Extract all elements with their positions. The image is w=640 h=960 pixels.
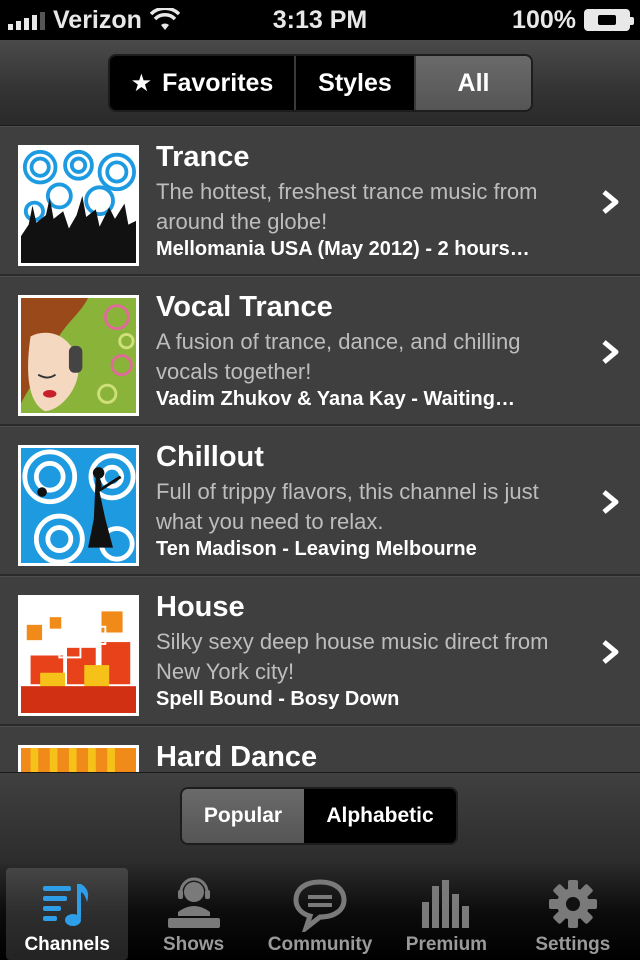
- channel-row-chillout[interactable]: Chillout Full of trippy flavors, this ch…: [0, 426, 640, 576]
- channel-title: Trance: [156, 141, 250, 173]
- channel-list[interactable]: Trance The hottest, freshest trance musi…: [0, 126, 640, 772]
- status-right: 100%: [512, 0, 634, 40]
- channel-artwork: [18, 295, 139, 416]
- tab-channels-label: Channels: [24, 934, 110, 955]
- tab-shows[interactable]: Shows: [132, 868, 254, 960]
- channel-artwork: [18, 745, 139, 772]
- tab-channels[interactable]: Channels: [6, 868, 129, 960]
- channel-title: Vocal Trance: [156, 291, 333, 323]
- channel-description: Silky sexy deep house music direct from …: [156, 629, 549, 684]
- channel-description: Full of trippy flavors, this channel is …: [156, 479, 539, 534]
- channel-row-house[interactable]: House Silky sexy deep house music direct…: [0, 576, 640, 726]
- segment-all-label: All: [457, 68, 490, 97]
- tab-premium[interactable]: Premium: [385, 868, 507, 960]
- channel-artwork: [18, 445, 139, 566]
- dj-icon: [167, 877, 220, 928]
- segment-all[interactable]: All: [416, 56, 531, 110]
- now-playing: Spell Bound - Bosy Down: [156, 688, 400, 710]
- tab-shows-label: Shows: [162, 934, 225, 955]
- filter-bar: ★ Favorites Styles All: [0, 40, 640, 126]
- chevron-right-icon: [602, 490, 619, 514]
- star-icon: ★: [130, 69, 153, 97]
- chat-bubble-icon: [293, 879, 347, 932]
- tab-settings-label: Settings: [535, 934, 611, 955]
- now-playing: Mellomania USA (May 2012) - 2 hours…: [156, 238, 530, 260]
- channel-title: House: [156, 591, 245, 623]
- channel-title: Hard Dance: [156, 741, 318, 772]
- tab-settings[interactable]: Settings: [512, 868, 634, 960]
- channel-row-vocal-trance[interactable]: Vocal Trance A fusion of trance, dance, …: [0, 276, 640, 426]
- channel-row-hard-dance[interactable]: Hard Dance: [0, 726, 640, 772]
- tab-community-label: Community: [267, 934, 373, 955]
- segment-favorites[interactable]: ★ Favorites: [110, 56, 296, 110]
- battery-percent: 100%: [512, 5, 576, 34]
- segment-alphabetic-label: Alphabetic: [326, 804, 434, 827]
- sort-bar: Popular Alphabetic: [0, 772, 640, 864]
- segment-popular-label: Popular: [203, 804, 283, 827]
- now-playing: Vadim Zhukov & Yana Kay - Waiting…: [156, 388, 515, 410]
- now-playing: Ten Madison - Leaving Melbourne: [156, 538, 477, 560]
- channel-artwork: [18, 595, 139, 716]
- segment-styles[interactable]: Styles: [296, 56, 416, 110]
- channel-description: The hottest, freshest trance music from …: [156, 179, 538, 234]
- sort-segmented-control: Popular Alphabetic: [180, 787, 458, 845]
- filter-segmented-control: ★ Favorites Styles All: [108, 54, 533, 112]
- chevron-right-icon: [602, 340, 619, 364]
- channels-icon: [43, 884, 89, 926]
- chevron-right-icon: [602, 640, 619, 664]
- segment-alphabetic[interactable]: Alphabetic: [304, 789, 456, 843]
- channel-title: Chillout: [156, 441, 264, 473]
- battery-charging-icon: [584, 9, 634, 31]
- segment-favorites-label: Favorites: [162, 68, 274, 97]
- channel-artwork: [18, 145, 139, 266]
- gear-icon: [548, 880, 597, 928]
- tab-community[interactable]: Community: [259, 868, 381, 960]
- channel-description: A fusion of trance, dance, and chilling …: [156, 329, 521, 384]
- segment-styles-label: Styles: [318, 68, 392, 97]
- chevron-right-icon: [602, 190, 619, 214]
- segment-popular[interactable]: Popular: [182, 789, 304, 843]
- tab-premium-label: Premium: [405, 934, 488, 955]
- channel-row-trance[interactable]: Trance The hottest, freshest trance musi…: [0, 126, 640, 276]
- status-bar: Verizon 3:13 PM 100%: [0, 0, 640, 40]
- equalizer-icon: [422, 880, 470, 928]
- tab-bar: Channels Shows Community Premium Setting…: [0, 864, 640, 960]
